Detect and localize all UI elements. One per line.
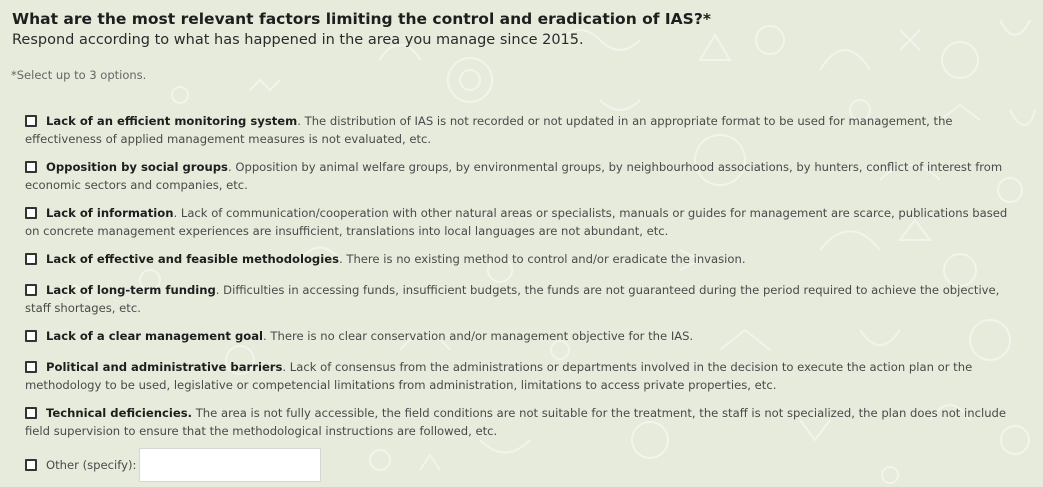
question-subtitle: Respond according to what has happened i…: [12, 32, 584, 48]
option-other: Other (specify):: [25, 447, 322, 483]
option-monitoring-system[interactable]: Lack of an efficient monitoring system. …: [25, 112, 1025, 148]
option-long-term-funding[interactable]: Lack of long-term funding. Difficulties …: [25, 281, 1025, 317]
option-checkbox[interactable]: [25, 361, 37, 373]
selection-note: *Select up to 3 options.: [11, 68, 147, 82]
option-separator: .: [173, 206, 181, 220]
option-checkbox[interactable]: [25, 115, 37, 127]
survey-question: What are the most relevant factors limit…: [0, 0, 1043, 487]
option-checkbox[interactable]: [25, 284, 37, 296]
question-title: What are the most relevant factors limit…: [12, 10, 711, 28]
option-checkbox[interactable]: [25, 330, 37, 342]
option-description: There is no existing method to control a…: [346, 252, 746, 266]
option-label: Opposition by social groups: [46, 160, 228, 174]
option-methodologies[interactable]: Lack of effective and feasible methodolo…: [25, 250, 1025, 268]
option-label: Lack of a clear management goal: [46, 329, 264, 343]
option-social-opposition[interactable]: Opposition by social groups. Opposition …: [25, 158, 1025, 194]
option-label: Technical deficiencies.: [46, 406, 193, 420]
option-lack-of-information[interactable]: Lack of information. Lack of communicati…: [25, 204, 1025, 240]
other-label: Other (specify):: [46, 458, 137, 472]
option-label: Lack of effective and feasible methodolo…: [46, 252, 339, 266]
option-checkbox[interactable]: [25, 407, 37, 419]
option-separator: .: [297, 114, 305, 128]
option-label: Lack of long-term funding: [46, 283, 216, 297]
option-label: Lack of information: [46, 206, 174, 220]
option-management-goal[interactable]: Lack of a clear management goal. There i…: [25, 327, 1025, 345]
option-checkbox[interactable]: [25, 253, 37, 265]
other-specify-input[interactable]: [139, 448, 322, 482]
other-checkbox[interactable]: [25, 459, 37, 471]
option-separator: .: [282, 360, 290, 374]
option-label: Political and administrative barriers: [46, 360, 283, 374]
option-checkbox[interactable]: [25, 161, 37, 173]
option-label: Lack of an efficient monitoring system: [46, 114, 298, 128]
option-technical-deficiencies[interactable]: Technical deficiencies. The area is not …: [25, 404, 1025, 440]
option-checkbox[interactable]: [25, 207, 37, 219]
option-political-barriers[interactable]: Political and administrative barriers. L…: [25, 358, 1025, 394]
option-description: There is no clear conservation and/or ma…: [270, 329, 694, 343]
